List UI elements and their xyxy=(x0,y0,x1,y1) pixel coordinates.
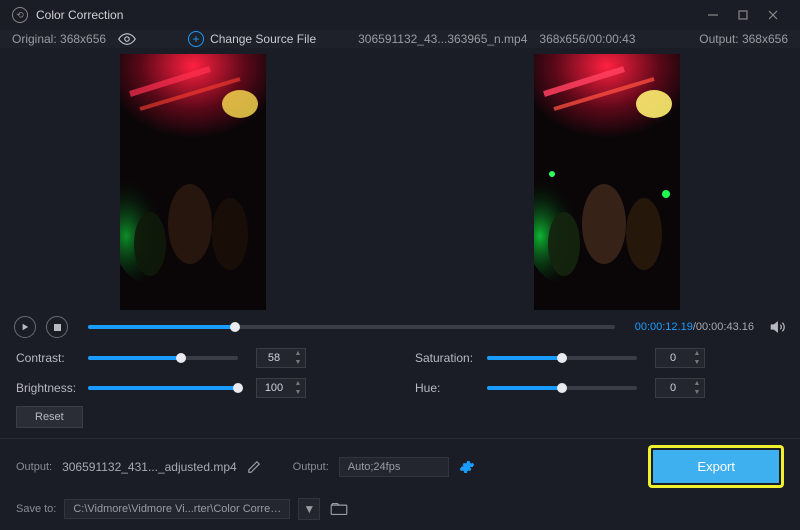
saturation-step-up[interactable]: ▲ xyxy=(690,349,704,358)
close-button[interactable] xyxy=(758,0,788,30)
export-button[interactable]: Export xyxy=(653,450,779,483)
gear-icon[interactable] xyxy=(459,459,475,475)
brightness-slider[interactable] xyxy=(88,386,238,390)
play-button[interactable] xyxy=(14,316,36,338)
edit-filename-icon[interactable] xyxy=(247,460,261,474)
preview-area xyxy=(0,48,800,316)
plus-icon: + xyxy=(188,31,204,47)
brightness-row: Brightness: 100▲▼ xyxy=(16,378,385,398)
total-time: /00:00:43.16 xyxy=(693,321,754,333)
output-dimensions: Output: 368x656 xyxy=(699,32,788,46)
transport-bar: 00:00:12.19/00:00:43.16 xyxy=(0,316,800,338)
saturation-step-down[interactable]: ▼ xyxy=(690,358,704,367)
brightness-value-input[interactable]: 100▲▼ xyxy=(256,378,306,398)
hue-step-down[interactable]: ▼ xyxy=(690,388,704,397)
app-logo-icon: ⟲ xyxy=(12,7,28,23)
reset-button[interactable]: Reset xyxy=(16,406,83,428)
volume-icon[interactable] xyxy=(770,319,786,335)
output-format-select[interactable]: Auto;24fps xyxy=(339,457,449,477)
open-folder-button[interactable] xyxy=(328,498,350,520)
window-title: Color Correction xyxy=(36,8,123,22)
output-row: Output: 306591132_431..._adjusted.mp4 Ou… xyxy=(0,438,800,494)
source-filename: 306591132_43...363965_n.mp4 xyxy=(358,32,527,46)
output-settings-label: Output: xyxy=(293,461,329,473)
contrast-value-input[interactable]: 58▲▼ xyxy=(256,348,306,368)
contrast-slider[interactable] xyxy=(88,356,238,360)
brightness-label: Brightness: xyxy=(16,381,76,395)
export-highlight: Export xyxy=(648,445,784,488)
change-source-file[interactable]: + Change Source File xyxy=(188,31,316,47)
path-dropdown-button[interactable]: ▼ xyxy=(298,498,320,520)
title-bar: ⟲ Color Correction xyxy=(0,0,800,30)
saturation-value-input[interactable]: 0▲▼ xyxy=(655,348,705,368)
hue-label: Hue: xyxy=(415,381,475,395)
reset-row: Reset xyxy=(0,406,800,438)
saturation-slider[interactable] xyxy=(487,356,637,360)
output-file-label: Output: xyxy=(16,461,52,473)
timecode: 00:00:12.19/00:00:43.16 xyxy=(635,321,754,333)
source-dims-duration: 368x656/00:00:43 xyxy=(539,32,635,46)
change-source-label: Change Source File xyxy=(210,32,316,46)
brightness-step-down[interactable]: ▼ xyxy=(291,388,305,397)
output-filename: 306591132_431..._adjusted.mp4 xyxy=(62,460,237,474)
brightness-step-up[interactable]: ▲ xyxy=(291,379,305,388)
contrast-step-down[interactable]: ▼ xyxy=(291,358,305,367)
minimize-button[interactable] xyxy=(698,0,728,30)
current-time: 00:00:12.19 xyxy=(635,321,693,333)
contrast-step-up[interactable]: ▲ xyxy=(291,349,305,358)
original-dimensions: Original: 368x656 xyxy=(12,32,106,46)
hue-slider[interactable] xyxy=(487,386,637,390)
contrast-row: Contrast: 58▲▼ xyxy=(16,348,385,368)
timeline-scrubber[interactable] xyxy=(88,325,615,329)
contrast-label: Contrast: xyxy=(16,351,76,365)
save-to-label: Save to: xyxy=(16,503,56,515)
maximize-button[interactable] xyxy=(728,0,758,30)
hue-row: Hue: 0▲▼ xyxy=(415,378,784,398)
original-preview xyxy=(120,54,266,310)
save-path-field[interactable]: C:\Vidmore\Vidmore Vi...rter\Color Corre… xyxy=(64,499,290,519)
color-sliders: Contrast: 58▲▼ Saturation: 0▲▼ Brightnes… xyxy=(0,338,800,406)
output-preview xyxy=(534,54,680,310)
saturation-label: Saturation: xyxy=(415,351,475,365)
hue-step-up[interactable]: ▲ xyxy=(690,379,704,388)
info-bar: Original: 368x656 + Change Source File 3… xyxy=(0,30,800,48)
hue-value-input[interactable]: 0▲▼ xyxy=(655,378,705,398)
saturation-row: Saturation: 0▲▼ xyxy=(415,348,784,368)
stop-button[interactable] xyxy=(46,316,68,338)
preview-eye-icon[interactable] xyxy=(118,30,136,48)
